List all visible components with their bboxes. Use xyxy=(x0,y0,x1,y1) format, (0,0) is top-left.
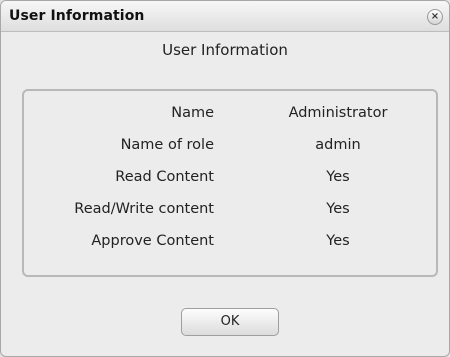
field-value: Yes xyxy=(326,201,350,217)
field-label: Name xyxy=(171,105,214,121)
title-bar[interactable]: User Information × xyxy=(1,1,449,32)
info-row-read-write-content: Read/Write content Yes xyxy=(24,201,436,223)
page-title: User Information xyxy=(162,41,288,59)
field-value: admin xyxy=(315,137,361,153)
field-value: Yes xyxy=(326,169,350,185)
window-title: User Information xyxy=(9,8,145,24)
field-value: Administrator xyxy=(288,105,388,121)
info-row-approve-content: Approve Content Yes xyxy=(24,233,436,255)
field-label: Approve Content xyxy=(91,233,214,249)
ok-button[interactable]: OK xyxy=(181,308,279,336)
close-icon[interactable]: × xyxy=(427,9,443,25)
field-value: Yes xyxy=(326,233,350,249)
field-label: Name of role xyxy=(120,137,214,153)
info-row-role: Name of role admin xyxy=(24,137,436,159)
field-label: Read Content xyxy=(115,169,214,185)
info-row-read-content: Read Content Yes xyxy=(24,169,436,191)
field-label: Read/Write content xyxy=(74,201,214,217)
user-info-panel: Name Administrator Name of role admin Re… xyxy=(22,89,438,277)
info-row-name: Name Administrator xyxy=(24,105,436,127)
user-information-dialog: User Information × User Information Name… xyxy=(0,0,450,357)
